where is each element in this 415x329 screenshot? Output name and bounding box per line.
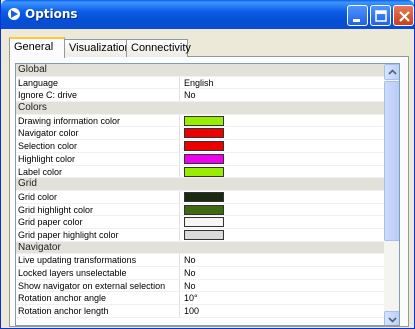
property-name: Grid color bbox=[16, 190, 180, 203]
chevron-down-icon bbox=[388, 317, 397, 323]
close-icon bbox=[399, 11, 410, 22]
app-icon bbox=[8, 8, 20, 20]
color-swatch[interactable] bbox=[184, 128, 224, 139]
property-name: Locked layers unselectable bbox=[16, 267, 180, 279]
property-name: Show navigator on external selection bbox=[16, 279, 180, 292]
property-row-drawing-information-color[interactable]: Drawing information color bbox=[16, 114, 384, 128]
property-row-grid-color[interactable]: Grid color bbox=[16, 190, 384, 204]
tab-visualization[interactable]: Visualization bbox=[64, 39, 131, 57]
property-name: Grid paper highlight color bbox=[16, 228, 180, 241]
scroll-up-button[interactable] bbox=[384, 64, 399, 80]
scroll-down-button[interactable] bbox=[384, 311, 399, 325]
maximize-icon bbox=[375, 10, 387, 22]
tab-connectivity[interactable]: Connectivity bbox=[126, 39, 191, 57]
color-swatch[interactable] bbox=[184, 191, 224, 202]
chevron-up-icon bbox=[388, 69, 397, 75]
property-row-grid-paper-highlight-color[interactable]: Grid paper highlight color bbox=[16, 228, 384, 242]
minimize-button[interactable] bbox=[347, 5, 368, 26]
window-title: Options bbox=[25, 7, 78, 21]
property-name: Live updating transformations bbox=[16, 254, 180, 266]
property-row-grid-paper-color[interactable]: Grid paper color bbox=[16, 216, 384, 229]
property-name: Drawing information color bbox=[16, 114, 180, 127]
property-row-live-updating[interactable]: Live updating transformations No bbox=[16, 254, 384, 267]
property-row-highlight-color[interactable]: Highlight color bbox=[16, 152, 384, 166]
maximize-button[interactable] bbox=[370, 5, 391, 26]
options-window: Options General Visualization Connectivi… bbox=[0, 0, 415, 329]
property-grid: Global Language English Ignore C: drive … bbox=[15, 63, 400, 326]
property-row-grid-highlight-color[interactable]: Grid highlight color bbox=[16, 203, 384, 217]
property-value[interactable]: 100 bbox=[184, 305, 199, 318]
property-name: Grid paper color bbox=[16, 216, 180, 228]
property-name: Navigator color bbox=[16, 127, 180, 140]
property-value[interactable]: English bbox=[184, 77, 214, 90]
category-navigator[interactable]: Navigator bbox=[16, 241, 384, 255]
property-name: Selection color bbox=[16, 140, 180, 152]
property-value[interactable]: No bbox=[184, 254, 196, 267]
property-row-ignore-c-drive[interactable]: Ignore C: drive No bbox=[16, 89, 384, 103]
property-name: Highlight color bbox=[16, 152, 180, 165]
property-row-rotation-anchor-angle[interactable]: Rotation anchor angle 10° bbox=[16, 292, 384, 306]
property-rows: Global Language English Ignore C: drive … bbox=[16, 64, 384, 318]
color-swatch[interactable] bbox=[184, 115, 224, 126]
tab-strip: General Visualization Connectivity bbox=[9, 37, 409, 58]
color-swatch[interactable] bbox=[184, 153, 224, 164]
color-swatch[interactable] bbox=[184, 166, 224, 177]
property-name: Ignore C: drive bbox=[16, 89, 180, 102]
property-value[interactable]: No bbox=[184, 267, 196, 280]
property-name: Language bbox=[16, 76, 180, 89]
title-bar[interactable]: Options bbox=[1, 0, 414, 29]
property-name: Rotation anchor angle bbox=[16, 292, 180, 305]
color-swatch[interactable] bbox=[184, 217, 224, 228]
property-name: Rotation anchor length bbox=[16, 305, 180, 317]
property-row-locked-layers[interactable]: Locked layers unselectable No bbox=[16, 267, 384, 280]
property-name: Label color bbox=[16, 165, 180, 178]
category-colors[interactable]: Colors bbox=[16, 102, 384, 115]
property-row-navigator-color[interactable]: Navigator color bbox=[16, 127, 384, 141]
property-row-rotation-anchor-length[interactable]: Rotation anchor length 100 bbox=[16, 305, 384, 318]
property-row-selection-color[interactable]: Selection color bbox=[16, 140, 384, 153]
property-row-language[interactable]: Language English bbox=[16, 76, 384, 90]
property-value[interactable]: No bbox=[184, 89, 196, 102]
property-row-label-color[interactable]: Label color bbox=[16, 165, 384, 179]
color-swatch[interactable] bbox=[184, 229, 224, 240]
property-value[interactable]: 10° bbox=[184, 292, 198, 305]
property-name: Grid highlight color bbox=[16, 203, 180, 216]
category-global[interactable]: Global bbox=[16, 64, 384, 77]
tab-general[interactable]: General bbox=[9, 37, 65, 58]
vertical-scrollbar[interactable] bbox=[384, 64, 399, 325]
color-swatch[interactable] bbox=[184, 141, 224, 152]
property-row-show-navigator[interactable]: Show navigator on external selection No bbox=[16, 279, 384, 293]
property-value[interactable]: No bbox=[184, 280, 196, 293]
scroll-thumb[interactable] bbox=[384, 81, 399, 241]
color-swatch[interactable] bbox=[184, 204, 224, 215]
category-grid[interactable]: Grid bbox=[16, 178, 384, 191]
close-button[interactable] bbox=[393, 5, 414, 26]
minimize-icon bbox=[353, 19, 360, 22]
